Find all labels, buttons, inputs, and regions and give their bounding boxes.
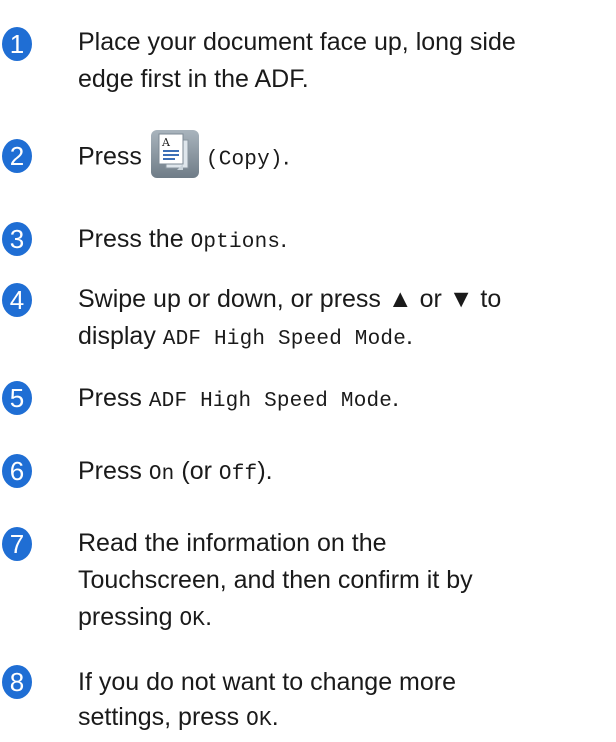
step-3-post: . [280,225,288,253]
step-8-post: . [271,703,279,731]
step-2-copy-label: (Copy) [205,148,283,172]
step-4-text: Swipe up or down, or press ▲ or ▼ to dis… [78,281,614,358]
step-4-display: display [78,322,163,350]
step-7-text: Read the information on the Touchscreen,… [78,525,614,639]
step-2-text: Press A (Copy). [78,130,614,179]
step-5-press: Press [78,384,149,412]
copy-icon: A [150,129,200,179]
step-6-on-label: On [148,463,175,486]
step-3-text: Press the Options. [78,221,614,261]
step-7-pressing: pressing [78,603,180,631]
step-8-settings: settings, press [78,703,247,731]
step-4-line-2: display ADF High Speed Mode. [78,318,614,358]
step-8-text: If you do not want to change more settin… [78,664,614,739]
step-8-ok-label: OK [246,709,272,732]
step-number-7: 7 [2,527,32,561]
step-4-post: . [406,322,413,350]
step-4-line-1: Swipe up or down, or press ▲ or ▼ to [78,285,502,313]
step-1-line-2: edge first in the ADF. [78,65,309,93]
step-6-text: Press On (or Off). [78,453,614,493]
step-2-press: Press [78,142,142,171]
step-8-line-2: settings, press OK. [78,699,614,739]
step-6-press: Press [78,457,149,485]
step-number-6: 6 [2,454,32,488]
step-6-off-label: Off [218,463,258,486]
step-5-mode-label: ADF High Speed Mode [148,390,393,413]
step-8-line-1: If you do not want to change more [78,668,457,696]
step-7-line-3: pressing OK. [78,599,614,639]
step-2-post: . [282,142,290,171]
step-7-line-2: Touchscreen, and then confirm it by [78,566,473,594]
step-1-text: Place your document face up, long side e… [78,24,614,98]
step-number-2: 2 [2,139,32,173]
step-7-post: . [205,603,213,631]
step-number-1: 1 [2,27,32,61]
step-6-or: (or [174,457,219,485]
step-5-post: . [392,384,400,412]
step-4-mode-label: ADF High Speed Mode [162,328,407,351]
step-3-options-label: Options [190,231,281,254]
step-5-text: Press ADF High Speed Mode. [78,380,614,420]
svg-text:A: A [161,136,171,149]
step-number-8: 8 [2,665,32,699]
step-7-ok-label: OK [179,609,206,632]
step-number-5: 5 [2,381,32,415]
step-1-line-1: Place your document face up, long side [78,28,516,56]
step-7-line-1: Read the information on the [78,529,387,557]
step-number-3: 3 [2,222,32,256]
step-6-post: ). [257,457,273,485]
step-number-4: 4 [2,283,32,317]
step-3-press: Press the [78,225,191,253]
